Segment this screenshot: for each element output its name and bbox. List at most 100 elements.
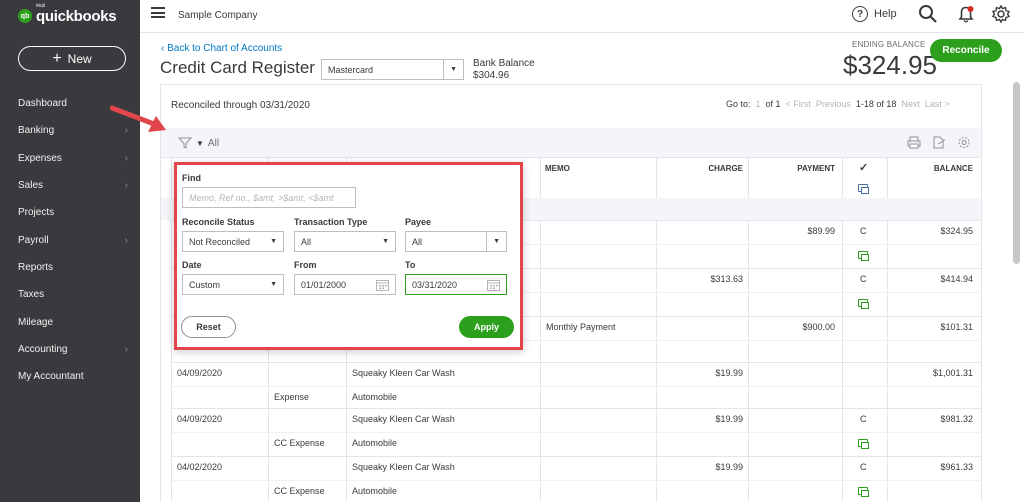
column-header-payment[interactable]: PAYMENT bbox=[752, 158, 835, 198]
payee-select[interactable]: All ▼ bbox=[405, 231, 507, 252]
reset-button[interactable]: Reset bbox=[181, 316, 236, 338]
export-icon[interactable] bbox=[932, 136, 946, 149]
transaction-payment: $900.00 bbox=[802, 322, 835, 332]
transaction-charge: $19.99 bbox=[715, 462, 743, 472]
help-icon: ? bbox=[852, 6, 868, 22]
transaction-type: Expense bbox=[274, 392, 310, 402]
table-tools bbox=[907, 136, 971, 149]
pager-previous[interactable]: Previous bbox=[816, 99, 851, 109]
pager-goto-label: Go to: bbox=[726, 99, 751, 109]
payee-label: Payee bbox=[405, 217, 432, 227]
table-settings-gear-icon[interactable] bbox=[957, 136, 971, 149]
transaction-date: 04/09/2020 bbox=[177, 414, 223, 424]
new-button[interactable]: + New bbox=[18, 46, 126, 71]
sidebar-item-taxes[interactable]: Taxes bbox=[0, 281, 140, 308]
back-to-chart-of-accounts-link[interactable]: ‹ Back to Chart of Accounts bbox=[161, 43, 282, 54]
chevron-right-icon: › bbox=[124, 234, 128, 246]
sidebar-item-label: Taxes bbox=[18, 289, 45, 301]
table-row-divider bbox=[171, 408, 982, 409]
bank-balance-label: Bank Balance bbox=[473, 58, 535, 69]
sidebar-item-mileage[interactable]: Mileage bbox=[0, 308, 140, 335]
transaction-payee: Squeaky Kleen Car Wash bbox=[352, 368, 455, 378]
attachment-icon[interactable] bbox=[858, 251, 869, 261]
hamburger-menu-icon[interactable] bbox=[151, 7, 165, 18]
page-title: Credit Card Register bbox=[160, 58, 315, 77]
account-select-value: Mastercard bbox=[328, 64, 374, 75]
column-header-balance[interactable]: BALANCE bbox=[890, 158, 973, 198]
date-select[interactable]: Custom ▼ bbox=[182, 274, 284, 295]
pager: Go to: 1 of 1 < First Previous 1-18 of 1… bbox=[726, 99, 950, 109]
transaction-balance: $324.95 bbox=[940, 226, 973, 236]
sidebar: qb intuit quickbooks + New Dashboard Banki… bbox=[0, 0, 140, 502]
pager-first[interactable]: < First bbox=[786, 99, 811, 109]
header-divider bbox=[140, 32, 1024, 33]
pager-last[interactable]: Last > bbox=[925, 99, 950, 109]
pager-page-input[interactable]: 1 bbox=[756, 99, 761, 109]
search-icon[interactable] bbox=[918, 4, 938, 24]
print-icon[interactable] bbox=[907, 136, 921, 149]
transaction-account: Automobile bbox=[352, 486, 398, 496]
calendar-icon[interactable] bbox=[487, 279, 500, 291]
sidebar-item-reports[interactable]: Reports bbox=[0, 254, 140, 281]
bank-balance-value: $304.96 bbox=[473, 70, 510, 81]
attachment-icon[interactable] bbox=[858, 299, 869, 309]
sidebar-item-label: Accounting bbox=[18, 343, 68, 355]
ending-balance-value: $324.95 bbox=[843, 50, 937, 80]
reconcile-status-label: Reconcile Status bbox=[182, 217, 255, 227]
quickbooks-logo-icon: qb bbox=[18, 9, 32, 23]
reconcile-status-select[interactable]: Not Reconciled ▼ bbox=[182, 231, 284, 252]
account-select[interactable]: Mastercard ▼ bbox=[321, 59, 464, 80]
from-date-input[interactable]: 01/01/2000 bbox=[294, 274, 396, 295]
reconcile-status[interactable]: C bbox=[860, 462, 867, 472]
sidebar-item-label: Reports bbox=[18, 261, 54, 273]
reconcile-button[interactable]: Reconcile bbox=[930, 39, 1002, 62]
calendar-icon[interactable] bbox=[376, 279, 389, 291]
bank-balance: Bank Balance $304.96 bbox=[473, 58, 535, 82]
to-label: To bbox=[405, 260, 416, 270]
select-all-icon[interactable] bbox=[858, 184, 869, 194]
find-input[interactable]: Memo, Ref no., $amt, >$amt, <$amt bbox=[182, 187, 356, 208]
transaction-type-select[interactable]: All ▼ bbox=[294, 231, 396, 252]
sidebar-item-label: My Accountant bbox=[18, 371, 84, 383]
pager-next[interactable]: Next bbox=[901, 99, 920, 109]
annotation-arrow-icon bbox=[110, 105, 166, 132]
column-header-charge[interactable]: CHARGE bbox=[660, 158, 743, 198]
filter-toggle[interactable]: ▼ All bbox=[178, 137, 219, 149]
reconcile-status[interactable]: C bbox=[860, 226, 867, 236]
to-date-input[interactable]: 03/31/2020 bbox=[405, 274, 507, 295]
transaction-date: 04/02/2020 bbox=[177, 462, 223, 472]
chevron-right-icon: › bbox=[124, 343, 128, 355]
page-scrollbar[interactable] bbox=[1013, 82, 1020, 264]
new-button-label: New bbox=[67, 51, 92, 66]
reconcile-status[interactable]: C bbox=[860, 274, 867, 284]
transaction-account: Automobile bbox=[352, 438, 398, 448]
transaction-type-label: Transaction Type bbox=[294, 217, 368, 227]
table-column-divider bbox=[981, 158, 982, 502]
sidebar-item-accounting[interactable]: Accounting › bbox=[0, 336, 140, 363]
column-header-memo[interactable]: MEMO bbox=[545, 158, 570, 198]
quickbooks-logo[interactable]: qb intuit quickbooks bbox=[0, 0, 140, 32]
reconcile-status[interactable]: C bbox=[860, 414, 867, 424]
sidebar-item-projects[interactable]: Projects bbox=[0, 199, 140, 226]
table-subrow-divider bbox=[171, 386, 982, 387]
pager-range: 1-18 of 18 bbox=[855, 99, 897, 109]
help-button[interactable]: ? Help bbox=[852, 6, 897, 22]
sidebar-item-label: Mileage bbox=[18, 316, 54, 328]
transaction-balance: $1,001.31 bbox=[932, 368, 973, 378]
notification-bell-icon[interactable] bbox=[956, 4, 976, 24]
apply-button[interactable]: Apply bbox=[459, 316, 514, 338]
transaction-account: Automobile bbox=[352, 392, 398, 402]
sidebar-item-sales[interactable]: Sales › bbox=[0, 172, 140, 199]
attachment-icon[interactable] bbox=[858, 439, 869, 449]
sidebar-item-payroll[interactable]: Payroll › bbox=[0, 226, 140, 253]
sidebar-item-expenses[interactable]: Expenses › bbox=[0, 145, 140, 172]
filter-toggle-label: All bbox=[207, 137, 220, 149]
sidebar-item-label: Projects bbox=[18, 207, 55, 219]
attachment-icon[interactable] bbox=[858, 487, 869, 497]
settings-gear-icon[interactable] bbox=[991, 4, 1011, 24]
transaction-charge: $19.99 bbox=[715, 414, 743, 424]
transaction-payee: Squeaky Kleen Car Wash bbox=[352, 462, 455, 472]
table-subrow-divider bbox=[171, 480, 982, 481]
sidebar-item-my-accountant[interactable]: My Accountant bbox=[0, 363, 140, 390]
sidebar-item-label: Dashboard bbox=[18, 98, 67, 110]
